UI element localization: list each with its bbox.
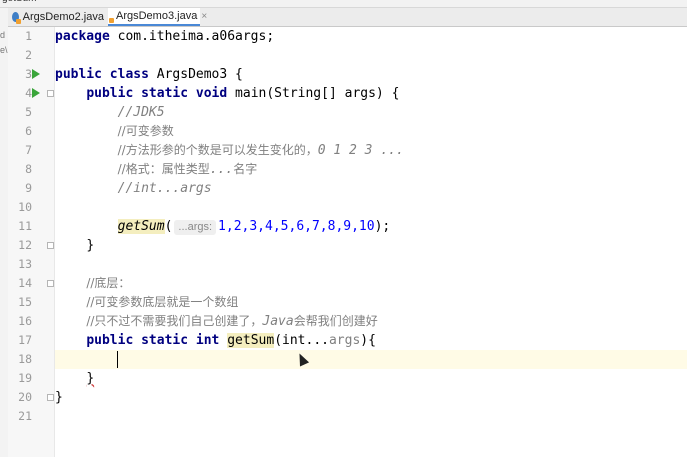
code-line-19: } (86, 371, 95, 386)
line-number: 16 (18, 314, 32, 328)
line-number: 4 (25, 86, 32, 100)
line-number: 2 (25, 48, 32, 62)
top-strip: getSum (0, 0, 687, 8)
code-line-7: //方法形参的个数是可以发生变化的，0 1 2 3 ... (117, 143, 404, 158)
code-line-6: //可变参数 (117, 124, 174, 138)
code-line-12: } (86, 238, 95, 253)
tab-label: ArgsDemo3.java (116, 10, 198, 22)
run-class-icon[interactable] (32, 69, 40, 79)
fold-marker-icon[interactable] (47, 280, 54, 287)
code-line-15: //可变参数底层就是一个数组 (86, 295, 239, 309)
fold-marker-icon[interactable] (47, 242, 54, 249)
code-line-5: //JDK5 (117, 105, 165, 120)
code-line-1: package com.itheima.a06args; (55, 29, 275, 44)
tab-argsdemo2[interactable]: ArgsDemo2.java (8, 8, 108, 26)
line-number: 14 (18, 276, 32, 290)
code-line-11: getSum(...args: 1,2,3,4,5,6,7,8,9,10); (117, 219, 391, 235)
fold-marker-icon[interactable] (47, 90, 54, 97)
line-number: 8 (25, 162, 32, 176)
text-caret (117, 351, 118, 368)
editor-tab-bar: ArgsDemo2.java ArgsDemo3.java × (8, 8, 687, 27)
line-number: 13 (18, 257, 32, 271)
line-number: 21 (18, 409, 32, 423)
tab-label: ArgsDemo2.java (22, 11, 104, 23)
line-number: 7 (25, 143, 32, 157)
close-icon[interactable]: × (201, 11, 207, 22)
parameter-hint: ...args: (174, 220, 217, 235)
code-line-18-current (55, 350, 687, 369)
panel-glyph: e\ (0, 45, 8, 55)
line-number-gutter: 1 2 3 4 5 6 7 8 9 10 11 12 13 14 15 16 1… (8, 27, 55, 457)
code-line-4: public static void main(String[] args) { (86, 86, 400, 101)
line-number: 11 (18, 219, 32, 233)
line-number: 15 (18, 295, 32, 309)
code-line-14: //底层： (86, 276, 131, 290)
code-line-3: public class ArgsDemo3 { (55, 67, 243, 82)
line-number: 1 (25, 29, 32, 43)
run-main-icon[interactable] (32, 88, 40, 98)
line-number: 19 (18, 371, 32, 385)
tab-argsdemo3[interactable]: ArgsDemo3.java × (108, 8, 207, 26)
line-number: 9 (25, 181, 32, 195)
code-line-16: //只不过不需要我们自己创建了，Java会帮我们创建好 (86, 314, 378, 329)
line-number: 18 (18, 352, 32, 366)
line-number: 5 (25, 105, 32, 119)
fold-marker-icon[interactable] (47, 394, 54, 401)
line-number: 10 (18, 200, 32, 214)
line-number: 20 (18, 390, 32, 404)
top-strip-text: getSum (2, 0, 36, 4)
java-class-icon (12, 12, 21, 24)
line-number: 3 (25, 67, 32, 81)
code-line-17: public static int getSum(int...args){ (86, 333, 376, 348)
line-number: 17 (18, 333, 32, 347)
panel-glyph: d (0, 30, 6, 40)
line-number: 6 (25, 124, 32, 138)
code-editor[interactable]: package com.itheima.a06args; public clas… (55, 27, 687, 457)
line-number: 12 (18, 238, 32, 252)
code-line-9: //int...args (117, 181, 212, 196)
code-line-8: //格式：属性类型...名字 (117, 162, 258, 177)
code-line-20: } (55, 390, 63, 405)
